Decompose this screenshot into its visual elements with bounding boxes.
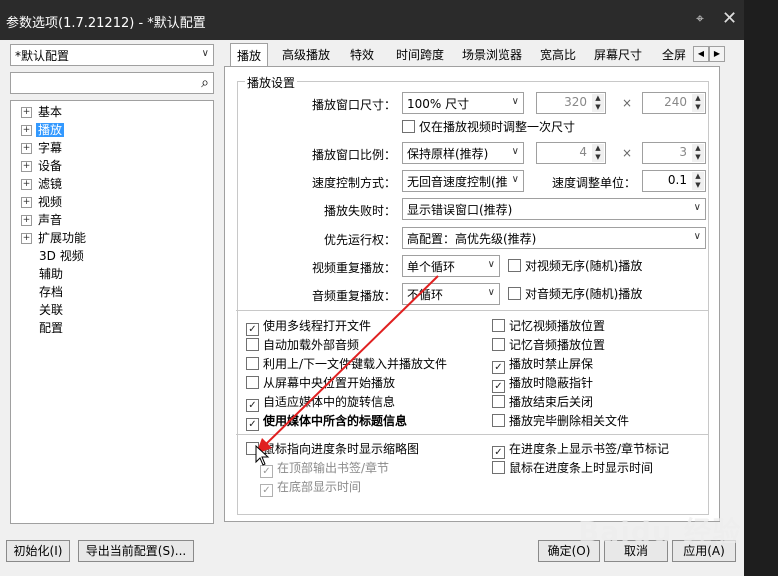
annotation-overlay [255,275,439,466]
annotation-arrow [263,275,439,447]
